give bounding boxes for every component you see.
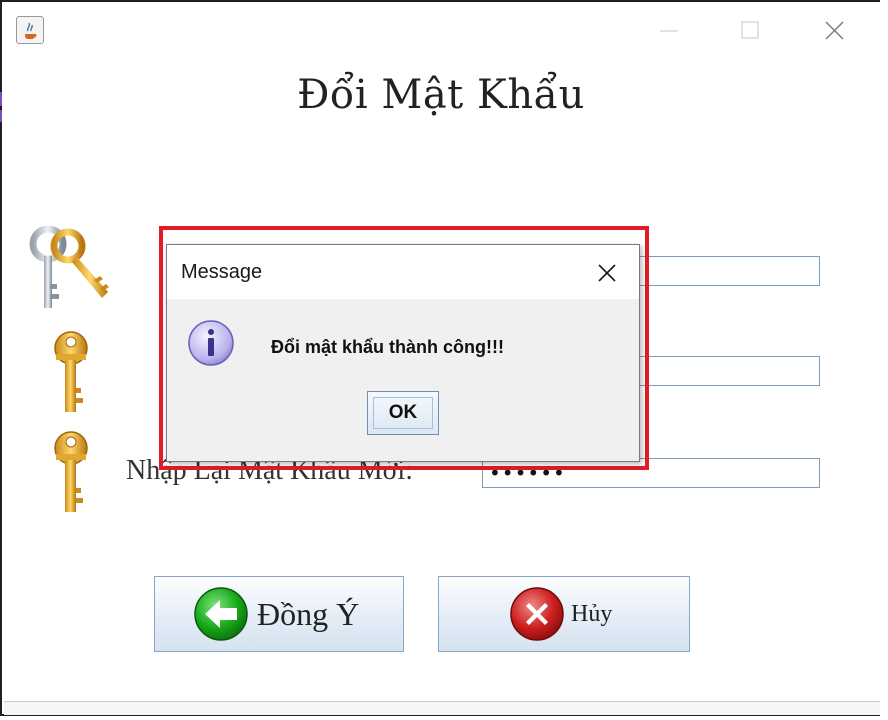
ok-button[interactable]: OK [367,391,439,435]
maximize-button[interactable] [726,12,772,48]
window-titlebar [2,2,880,58]
agree-button[interactable]: Đồng Ý [154,576,404,652]
window-close-button[interactable] [810,12,856,48]
java-app-icon [16,16,44,44]
cancel-x-icon [510,587,564,641]
minimize-button[interactable] [646,12,692,48]
background-window-edge [880,0,888,720]
arrow-left-icon [194,587,248,641]
dialog-message: Đổi mật khẩu thành công!!! [271,337,504,357]
ok-button-label: OK [373,397,433,429]
message-dialog: Message Đổi mật khẩu thành công!!! OK [166,244,640,462]
dialog-close-icon[interactable] [597,263,617,283]
agree-button-label: Đồng Ý [257,595,360,632]
minimize-icon [660,30,678,32]
background-window-strip [4,701,880,715]
info-icon [188,320,234,366]
maximize-icon [741,21,759,39]
keys-icon [29,225,109,308]
cancel-button-label: Hủy [571,600,613,627]
page-title: Đổi Mật Khẩu [297,72,585,118]
key-icon [54,431,88,512]
dialog-title: Message [181,261,263,283]
close-icon [825,21,844,40]
cancel-button[interactable]: Hủy [438,576,690,652]
dialog-titlebar: Message [167,245,639,299]
key-icon [54,331,88,412]
